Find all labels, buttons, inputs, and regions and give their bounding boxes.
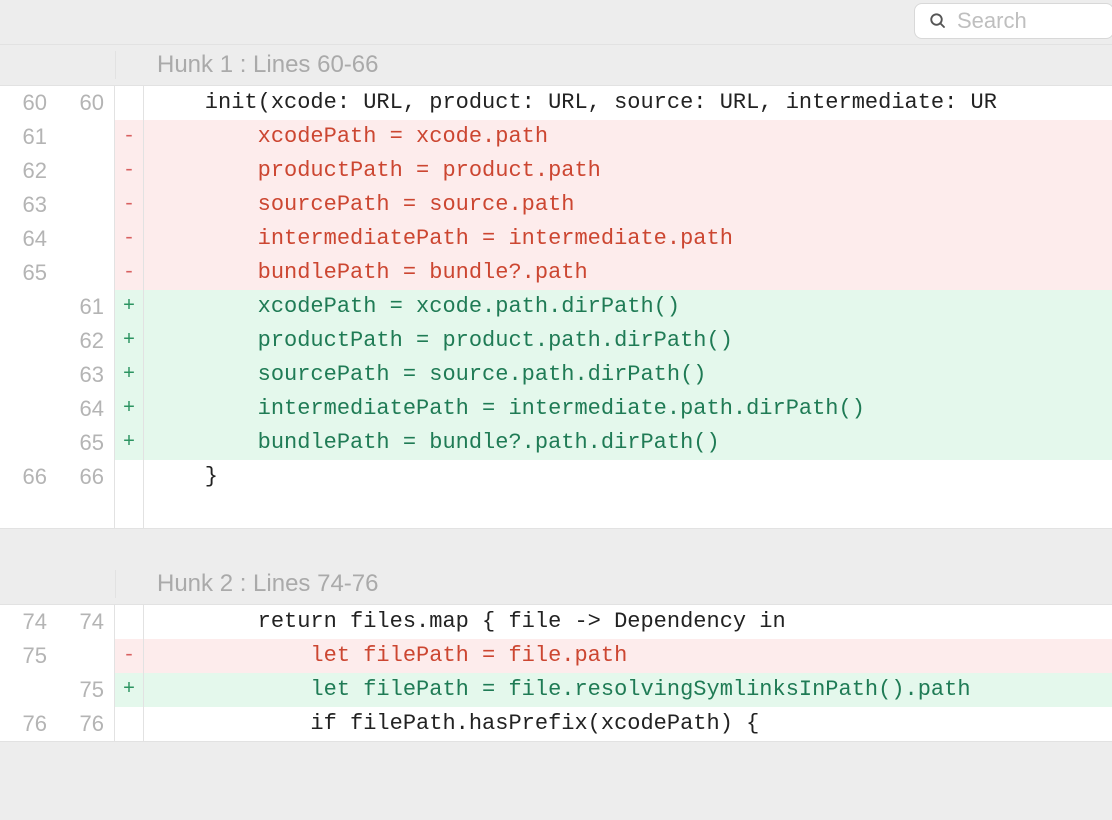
- hunk-header: Hunk 1 : Lines 60-66: [0, 45, 1112, 86]
- new-line-number: 62: [57, 324, 114, 358]
- diff-line[interactable]: 75 - let filePath = file.path: [0, 639, 1112, 673]
- old-line-number: 74: [0, 605, 57, 639]
- diff-marker: [114, 707, 144, 741]
- diff-marker: [114, 460, 144, 494]
- toolbar: [0, 0, 1112, 40]
- old-line-number: 62: [0, 154, 57, 188]
- new-line-number: 74: [57, 605, 114, 639]
- diff-line[interactable]: 62+ productPath = product.path.dirPath(): [0, 324, 1112, 358]
- code-content: intermediatePath = intermediate.path: [144, 222, 1112, 256]
- diff-line[interactable]: 61+ xcodePath = xcode.path.dirPath(): [0, 290, 1112, 324]
- diff-marker: [114, 605, 144, 639]
- diff-marker: +: [114, 290, 144, 324]
- search-input[interactable]: [957, 8, 1099, 34]
- old-line-number: [0, 290, 57, 324]
- bottom-divider: [0, 741, 1112, 771]
- old-line-number: 61: [0, 120, 57, 154]
- hunk-gap: [0, 528, 1112, 564]
- old-line-number: [0, 392, 57, 426]
- old-line-number: 75: [0, 639, 57, 673]
- diff-line[interactable]: 6666 }: [0, 460, 1112, 494]
- diff-line[interactable]: 65+ bundlePath = bundle?.path.dirPath(): [0, 426, 1112, 460]
- old-line-number: 63: [0, 188, 57, 222]
- code-content: sourcePath = source.path: [144, 188, 1112, 222]
- new-line-number: [57, 188, 114, 222]
- code-content: init(xcode: URL, product: URL, source: U…: [144, 86, 1112, 120]
- diff-marker: -: [114, 154, 144, 188]
- diff-line[interactable]: 63 - sourcePath = source.path: [0, 188, 1112, 222]
- diff-marker: +: [114, 324, 144, 358]
- old-line-number: 66: [0, 460, 57, 494]
- code-content: productPath = product.path: [144, 154, 1112, 188]
- new-line-number: [57, 222, 114, 256]
- old-line-number: 60: [0, 86, 57, 120]
- diff-line[interactable]: 64 - intermediatePath = intermediate.path: [0, 222, 1112, 256]
- code-content: bundlePath = bundle?.path.dirPath(): [144, 426, 1112, 460]
- diff-marker: +: [114, 392, 144, 426]
- diff-marker: -: [114, 120, 144, 154]
- new-line-number: [57, 256, 114, 290]
- diff-marker: +: [114, 426, 144, 460]
- diff-marker: -: [114, 188, 144, 222]
- diff-line[interactable]: 6060 init(xcode: URL, product: URL, sour…: [0, 86, 1112, 120]
- diff-line[interactable]: 7474 return files.map { file -> Dependen…: [0, 605, 1112, 639]
- diff-marker: -: [114, 222, 144, 256]
- new-line-number: 63: [57, 358, 114, 392]
- old-line-number: [0, 358, 57, 392]
- code-content: let filePath = file.path: [144, 639, 1112, 673]
- diff-line[interactable]: 75+ let filePath = file.resolvingSymlink…: [0, 673, 1112, 707]
- diff-view: Hunk 1 : Lines 60-66 6060 init(xcode: URL…: [0, 44, 1112, 771]
- hunk-header: Hunk 2 : Lines 74-76: [0, 564, 1112, 605]
- new-line-number: 66: [57, 460, 114, 494]
- diff-marker: [114, 86, 144, 120]
- old-line-number: 65: [0, 256, 57, 290]
- old-line-number: 64: [0, 222, 57, 256]
- diff-line[interactable]: 63+ sourcePath = source.path.dirPath(): [0, 358, 1112, 392]
- blank-row: [0, 494, 1112, 528]
- new-line-number: [57, 120, 114, 154]
- code-content: xcodePath = xcode.path: [144, 120, 1112, 154]
- diff-line[interactable]: 61 - xcodePath = xcode.path: [0, 120, 1112, 154]
- new-line-number: [57, 639, 114, 673]
- diff-line[interactable]: 64+ intermediatePath = intermediate.path…: [0, 392, 1112, 426]
- diff-marker: -: [114, 256, 144, 290]
- old-line-number: [0, 324, 57, 358]
- code-content: sourcePath = source.path.dirPath(): [144, 358, 1112, 392]
- code-content: bundlePath = bundle?.path: [144, 256, 1112, 290]
- new-line-number: 64: [57, 392, 114, 426]
- diff-marker: +: [114, 358, 144, 392]
- diff-line[interactable]: 65 - bundlePath = bundle?.path: [0, 256, 1112, 290]
- code-content: xcodePath = xcode.path.dirPath(): [144, 290, 1112, 324]
- new-line-number: 75: [57, 673, 114, 707]
- search-box[interactable]: [914, 3, 1112, 39]
- old-line-number: 76: [0, 707, 57, 741]
- new-line-number: 61: [57, 290, 114, 324]
- hunk-header-text: Hunk 2 : Lines 74-76: [145, 570, 378, 598]
- diff-marker: +: [114, 673, 144, 707]
- old-line-number: [0, 426, 57, 460]
- code-content: return files.map { file -> Dependency in: [144, 605, 1112, 639]
- search-icon: [929, 12, 947, 30]
- diff-line[interactable]: 62 - productPath = product.path: [0, 154, 1112, 188]
- code-content: productPath = product.path.dirPath(): [144, 324, 1112, 358]
- code-content: intermediatePath = intermediate.path.dir…: [144, 392, 1112, 426]
- diff-line[interactable]: 7676 if filePath.hasPrefix(xcodePath) {: [0, 707, 1112, 741]
- old-line-number: [0, 673, 57, 707]
- code-content: if filePath.hasPrefix(xcodePath) {: [144, 707, 1112, 741]
- new-line-number: 60: [57, 86, 114, 120]
- new-line-number: 76: [57, 707, 114, 741]
- diff-marker: -: [114, 639, 144, 673]
- hunk-header-text: Hunk 1 : Lines 60-66: [145, 51, 378, 79]
- new-line-number: 65: [57, 426, 114, 460]
- code-content: let filePath = file.resolvingSymlinksInP…: [144, 673, 1112, 707]
- code-content: }: [144, 460, 1112, 494]
- new-line-number: [57, 154, 114, 188]
